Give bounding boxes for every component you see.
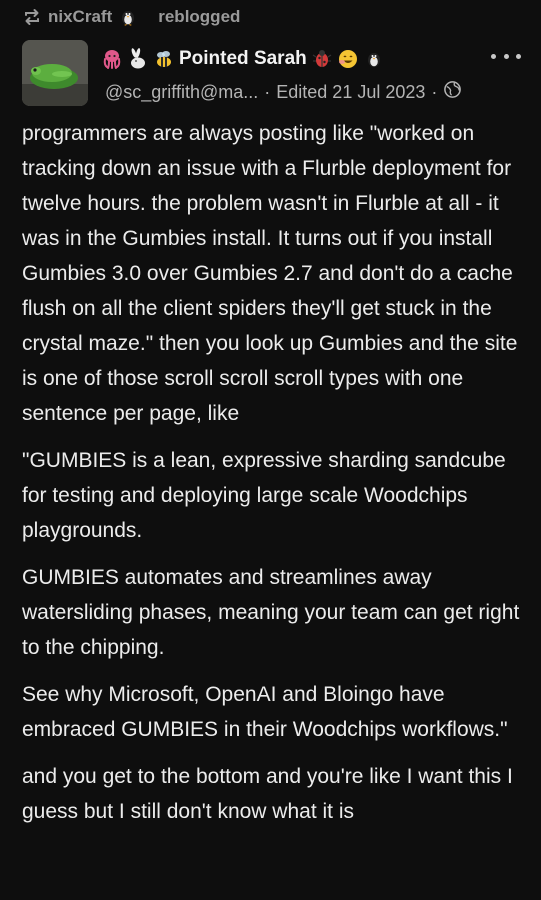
- meta-separator: ·: [264, 81, 271, 102]
- body-paragraph: and you get to the bottom and you're lik…: [22, 765, 513, 823]
- body-paragraph: "GUMBIES is a lean, expressive sharding …: [22, 449, 506, 542]
- penguin-icon: [118, 7, 138, 27]
- author-display-name[interactable]: Pointed Sarah: [179, 48, 307, 70]
- author-handle[interactable]: @sc_griffith@ma...: [105, 82, 258, 103]
- body-paragraph: programmers are always posting like "wor…: [22, 122, 518, 425]
- globe-icon: [443, 80, 462, 104]
- reblog-line: nixCraft reblogged: [22, 4, 240, 30]
- bug-icon: [311, 48, 333, 70]
- post-header: Pointed Sarah @sc_griffith@ma... · Edite…: [0, 38, 541, 108]
- author-meta-row: @sc_griffith@ma... · Edited 21 Jul 2023 …: [105, 80, 462, 104]
- octopus-icon: [101, 48, 123, 70]
- body-paragraph: See why Microsoft, OpenAI and Bloingo ha…: [22, 683, 508, 741]
- meta-separator: ·: [431, 81, 438, 102]
- reblog-action-label: reblogged: [158, 7, 241, 26]
- bee-icon: [153, 48, 175, 70]
- penguin-icon: [363, 48, 385, 70]
- reblog-icon: [22, 7, 42, 27]
- edited-timestamp[interactable]: Edited 21 Jul 2023: [276, 82, 425, 103]
- more-icon: [491, 53, 496, 59]
- reblog-source-name[interactable]: nixCraft: [48, 7, 112, 27]
- post-body: programmers are always posting like "wor…: [22, 116, 527, 841]
- frog-avatar[interactable]: [22, 40, 88, 106]
- rabbit-icon: [127, 48, 149, 70]
- smiling-face-icon: [337, 48, 359, 70]
- more-options-button[interactable]: [491, 48, 521, 64]
- author-name-row[interactable]: Pointed Sarah: [101, 48, 385, 70]
- body-paragraph: GUMBIES automates and streamlines away w…: [22, 566, 520, 659]
